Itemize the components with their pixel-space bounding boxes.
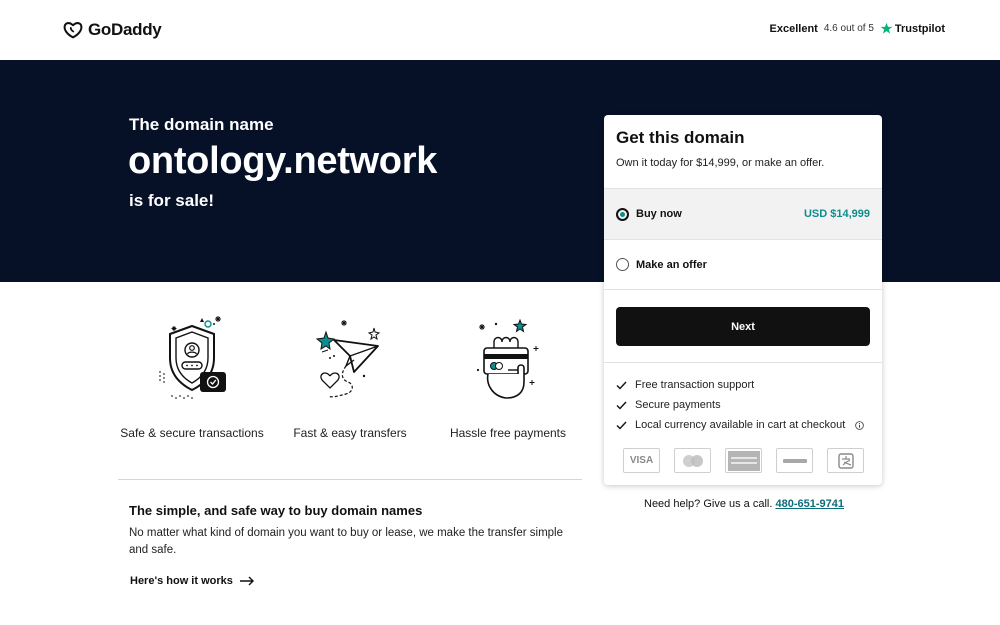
trustpilot-rating-word: Excellent [769, 22, 818, 35]
domain-name-heading: ontology.network [128, 140, 438, 182]
hero-kicker: The domain name [129, 115, 274, 134]
visa-text: VISA [629, 455, 654, 466]
alipay-icon [827, 448, 864, 473]
feature-label: Hassle free payments [449, 426, 567, 440]
top-bar: GoDaddy Excellent 4.6 out of 5 Trustpilo… [0, 0, 1000, 60]
benefit-item: Free transaction support [616, 379, 754, 391]
card-title: Get this domain [616, 128, 745, 147]
feature-label: Fast & easy transfers [293, 426, 407, 440]
mastercard-logo-icon [682, 454, 703, 467]
card-subtitle: Own it today for $14,999, or make an off… [616, 157, 825, 169]
for-sale-text: is for sale! [129, 191, 215, 210]
make-offer-radio[interactable] [616, 258, 629, 271]
amex-logo-icon [727, 450, 760, 471]
check-icon [616, 421, 627, 430]
info-icon[interactable] [855, 420, 865, 430]
benefit-item: Local currency available in cart at chec… [616, 419, 865, 431]
benefit-label: Local currency available in cart at chec… [635, 419, 846, 431]
arrow-right-icon [239, 576, 254, 586]
check-icon [616, 381, 627, 390]
section-divider [118, 479, 582, 480]
payment-methods: VISA [623, 448, 864, 473]
feature-fast-easy: Fast & easy transfers [275, 312, 425, 440]
paper-plane-icon [315, 320, 381, 398]
phone-link[interactable]: 480-651-9741 [775, 498, 844, 510]
shield-icon [159, 316, 226, 399]
make-offer-option[interactable]: Make an offer [604, 239, 882, 290]
feature-safe-secure: Safe & secure transactions [117, 312, 267, 440]
benefit-label: Secure payments [635, 399, 721, 411]
trustpilot-brand: Trustpilot [880, 22, 945, 35]
trustpilot-rating[interactable]: Excellent 4.6 out of 5 Trustpilot [770, 22, 945, 35]
trustpilot-star-icon [880, 22, 893, 34]
how-it-works-label: Here's how it works [130, 575, 233, 587]
feature-hassle-free: Hassle free payments [433, 312, 583, 440]
payment-hand-icon [476, 318, 539, 399]
card-separator [604, 362, 882, 363]
amex-icon [725, 448, 762, 473]
paypal-logo-icon [782, 458, 807, 463]
feature-label: Safe & secure transactions [120, 426, 264, 440]
check-icon [616, 401, 627, 410]
how-it-works-link[interactable]: Here's how it works [130, 575, 255, 587]
godaddy-logo-icon [63, 22, 83, 39]
logo-text: GoDaddy [88, 20, 162, 39]
paypal-icon [776, 448, 813, 473]
info-title: The simple, and safe way to buy domain n… [129, 503, 423, 518]
buy-now-option[interactable]: Buy now USD $14,999 [604, 188, 882, 239]
purchase-card: Get this domain Own it today for $14,999… [604, 115, 882, 485]
visa-icon: VISA [623, 448, 660, 473]
help-text: Need help? Give us a call. [644, 498, 773, 510]
buy-now-radio[interactable] [616, 207, 629, 221]
next-button[interactable]: Next [616, 307, 870, 346]
godaddy-logo[interactable]: GoDaddy [62, 19, 162, 41]
mastercard-icon [674, 448, 711, 473]
buy-now-label: Buy now [636, 208, 682, 220]
trustpilot-brand-name: Trustpilot [894, 22, 945, 35]
buy-now-price: USD $14,999 [803, 208, 870, 220]
trustpilot-score: 4.6 out of 5 [823, 23, 874, 34]
benefit-label: Free transaction support [635, 379, 755, 391]
help-line: Need help? Give us a call. 480-651-9741 [644, 498, 844, 510]
benefit-item: Secure payments [616, 399, 721, 411]
make-offer-label: Make an offer [636, 258, 707, 271]
info-body: No matter what kind of domain you want t… [129, 527, 564, 556]
alipay-logo-icon [837, 452, 854, 469]
